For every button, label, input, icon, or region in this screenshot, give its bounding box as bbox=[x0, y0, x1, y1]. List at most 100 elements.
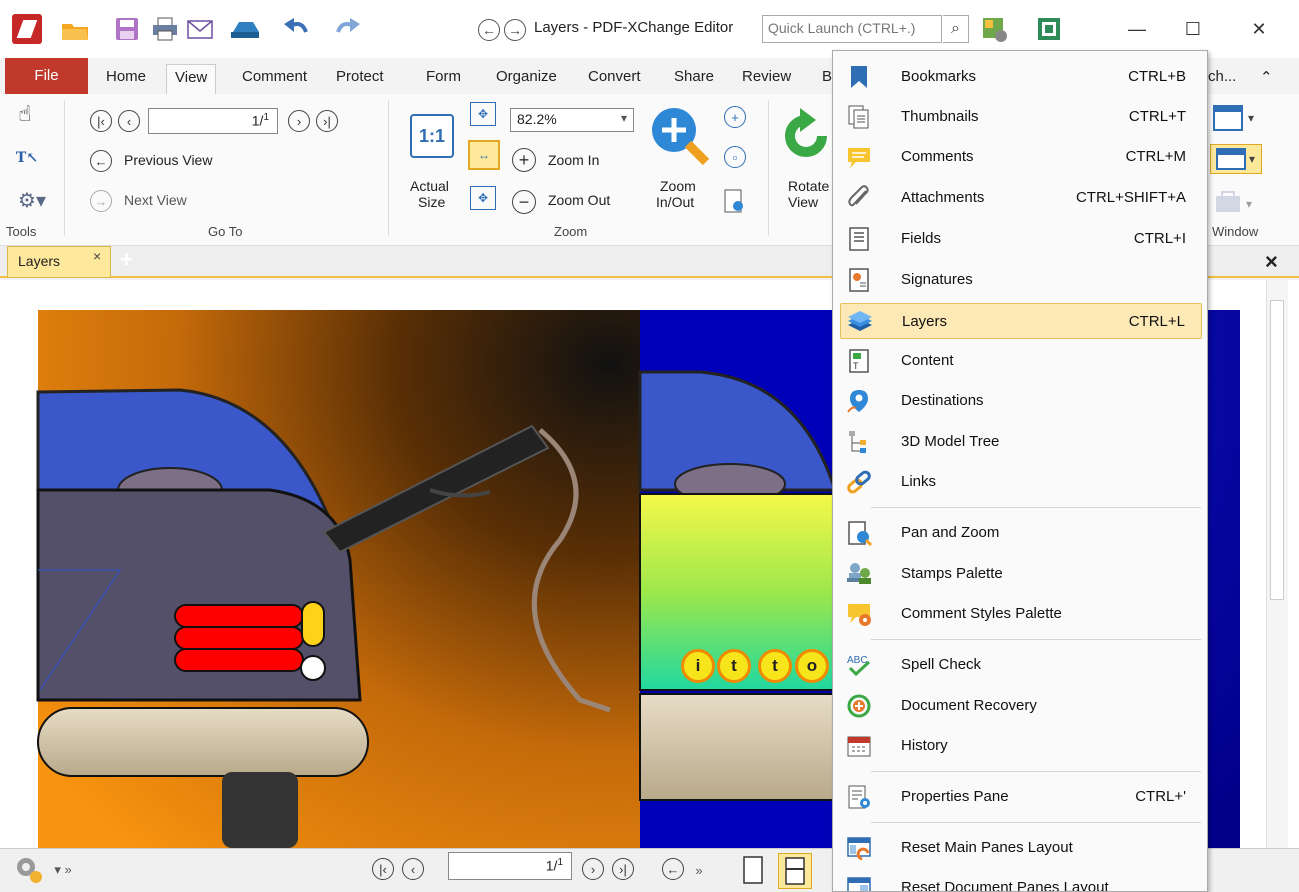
first-page-icon[interactable]: |‹ bbox=[372, 858, 394, 880]
continuous-page-icon[interactable] bbox=[778, 853, 812, 889]
redo-icon[interactable] bbox=[330, 13, 364, 45]
maximize-button[interactable]: ☐ bbox=[1168, 12, 1218, 46]
menu-item-properties-pane[interactable]: Properties Pane CTRL+' bbox=[840, 779, 1202, 815]
close-tab-icon[interactable]: × bbox=[93, 248, 101, 264]
menu-item-bookmarks[interactable]: Bookmarks CTRL+B bbox=[840, 59, 1202, 95]
zoom-fit-small-icon[interactable]: ▫ bbox=[724, 146, 746, 168]
fit-width-icon[interactable]: ↔ bbox=[468, 140, 500, 170]
zoom-tool-icon[interactable]: ⚙▾ bbox=[12, 186, 52, 214]
actual-size-label-bottom[interactable]: Size bbox=[418, 194, 445, 210]
zoom-out-icon[interactable]: − bbox=[512, 190, 536, 214]
zoom-in-small-icon[interactable]: + bbox=[724, 106, 746, 128]
close-window-button[interactable]: ✕ bbox=[1234, 12, 1284, 46]
print-icon[interactable] bbox=[148, 13, 182, 45]
tab-form[interactable]: Form bbox=[418, 64, 469, 94]
chevron-down-icon[interactable]: ▾ » bbox=[48, 859, 78, 881]
tab-view[interactable]: View bbox=[166, 64, 217, 94]
new-window-icon[interactable]: ▾ bbox=[1212, 104, 1258, 132]
menu-item-history[interactable]: History bbox=[840, 728, 1202, 764]
menu-item-document-recovery[interactable]: Document Recovery bbox=[840, 688, 1202, 724]
status-page-input[interactable]: 1/1 bbox=[448, 852, 572, 880]
menu-item-stamps-palette[interactable]: Stamps Palette bbox=[840, 556, 1202, 592]
select-text-icon[interactable]: T↖ bbox=[12, 144, 42, 172]
quick-launch-input[interactable]: Quick Launch (CTRL+.) bbox=[762, 15, 942, 43]
menu-item-label: Stamps Palette bbox=[901, 565, 1003, 582]
save-icon[interactable] bbox=[110, 13, 144, 45]
menu-item-shortcut: CTRL+I bbox=[1133, 230, 1186, 247]
zoom-inout-label-top[interactable]: Zoom bbox=[660, 178, 696, 194]
previous-view-icon[interactable]: ← bbox=[662, 858, 684, 880]
menu-item-pan-and-zoom[interactable]: Pan and Zoom bbox=[840, 515, 1202, 551]
rotate-view-icon[interactable] bbox=[782, 106, 832, 166]
last-page-icon[interactable]: ›| bbox=[612, 858, 634, 880]
last-page-icon[interactable]: ›| bbox=[316, 110, 338, 132]
menu-item-thumbnails[interactable]: Thumbnails CTRL+T bbox=[840, 99, 1202, 135]
menu-item-signatures[interactable]: Signatures bbox=[840, 262, 1202, 298]
add-tab-icon[interactable]: + bbox=[120, 249, 133, 271]
menu-item-links[interactable]: Links bbox=[840, 464, 1202, 500]
customize-icon[interactable] bbox=[978, 13, 1012, 45]
menu-item-comments[interactable]: Comments CTRL+M bbox=[840, 139, 1202, 175]
zoom-inout-label-bottom[interactable]: In/Out bbox=[656, 194, 694, 210]
previous-view-button[interactable]: Previous View bbox=[124, 152, 212, 168]
menu-item-destinations[interactable]: Destinations bbox=[840, 383, 1202, 419]
tile-windows-icon[interactable]: ▾ bbox=[1210, 144, 1262, 174]
rotate-view-label-top[interactable]: Rotate bbox=[788, 178, 829, 194]
tab-file[interactable]: File bbox=[5, 58, 88, 94]
minimize-button[interactable]: — bbox=[1112, 12, 1162, 46]
first-page-icon[interactable]: |‹ bbox=[90, 110, 112, 132]
menu-item-fields[interactable]: Fields CTRL+I bbox=[840, 221, 1202, 257]
menu-item-attachments[interactable]: Attachments CTRL+SHIFT+A bbox=[840, 180, 1202, 216]
search-icon[interactable]: ⌕ bbox=[943, 15, 969, 43]
forward-nav-icon[interactable]: → bbox=[504, 19, 526, 41]
email-icon[interactable] bbox=[184, 13, 218, 45]
tab-comment[interactable]: Comment bbox=[234, 64, 315, 94]
tab-convert[interactable]: Convert bbox=[580, 64, 649, 94]
tab-share[interactable]: Share bbox=[666, 64, 722, 94]
options-gear-icon[interactable] bbox=[14, 855, 44, 885]
fit-visible-icon[interactable]: ✥ bbox=[470, 186, 496, 210]
menu-item-comment-styles-palette[interactable]: Comment Styles Palette bbox=[840, 596, 1202, 632]
tab-protect[interactable]: Protect bbox=[328, 64, 392, 94]
previous-view-icon[interactable]: ← bbox=[90, 150, 112, 172]
next-page-icon[interactable]: › bbox=[288, 110, 310, 132]
actual-size-icon[interactable]: 1:1 bbox=[410, 114, 454, 158]
hand-tool-icon[interactable]: ☝ bbox=[12, 100, 38, 128]
zoom-out-button[interactable]: Zoom Out bbox=[548, 192, 610, 208]
fit-page-icon[interactable]: ✥ bbox=[470, 102, 496, 126]
back-nav-icon[interactable]: ← bbox=[478, 19, 500, 41]
zoom-in-icon[interactable]: + bbox=[512, 148, 536, 172]
prev-page-icon[interactable]: ‹ bbox=[402, 858, 424, 880]
window-options-icon[interactable]: ▾ bbox=[1212, 188, 1258, 216]
next-view-button[interactable]: Next View bbox=[124, 192, 187, 208]
history-icon bbox=[847, 736, 871, 757]
menu-item-reset-main-panes-layout[interactable]: Reset Main Panes Layout bbox=[840, 830, 1202, 866]
pan-zoom-small-icon[interactable] bbox=[722, 188, 748, 214]
menu-item-3d-model-tree[interactable]: 3D Model Tree bbox=[840, 424, 1202, 460]
next-page-icon[interactable]: › bbox=[582, 858, 604, 880]
tab-home[interactable]: Home bbox=[98, 64, 154, 94]
zoom-inout-icon[interactable] bbox=[648, 104, 712, 168]
menu-item-reset-document-panes-layout[interactable]: Reset Document Panes Layout bbox=[840, 870, 1202, 891]
tab-review[interactable]: Review bbox=[734, 64, 799, 94]
collapse-ribbon-icon[interactable]: ⌃ bbox=[1252, 64, 1281, 94]
menu-item-content[interactable]: T Content bbox=[840, 343, 1202, 379]
prev-page-icon[interactable]: ‹ bbox=[118, 110, 140, 132]
zoom-in-button[interactable]: Zoom In bbox=[548, 152, 599, 168]
undo-icon[interactable] bbox=[280, 13, 314, 45]
open-folder-icon[interactable] bbox=[58, 13, 92, 45]
actual-size-label-top[interactable]: Actual bbox=[410, 178, 449, 194]
menu-item-spell-check[interactable]: ABC Spell Check bbox=[840, 647, 1202, 683]
scrollbar-thumb[interactable] bbox=[1270, 300, 1284, 600]
single-page-icon[interactable] bbox=[740, 855, 766, 885]
chevron-more-icon[interactable]: » bbox=[690, 859, 708, 881]
next-view-icon[interactable]: → bbox=[90, 190, 112, 212]
zoom-level-select[interactable]: 82.2% ▾ bbox=[510, 108, 634, 132]
fullscreen-icon[interactable] bbox=[1032, 13, 1066, 45]
close-pane-icon[interactable]: × bbox=[1265, 249, 1278, 275]
scan-icon[interactable] bbox=[228, 13, 262, 45]
tab-organize[interactable]: Organize bbox=[488, 64, 565, 94]
menu-item-layers[interactable]: Layers CTRL+L bbox=[840, 303, 1202, 339]
rotate-view-label-bottom[interactable]: View bbox=[788, 194, 818, 210]
goto-page-input[interactable]: 1/1 bbox=[148, 108, 278, 134]
